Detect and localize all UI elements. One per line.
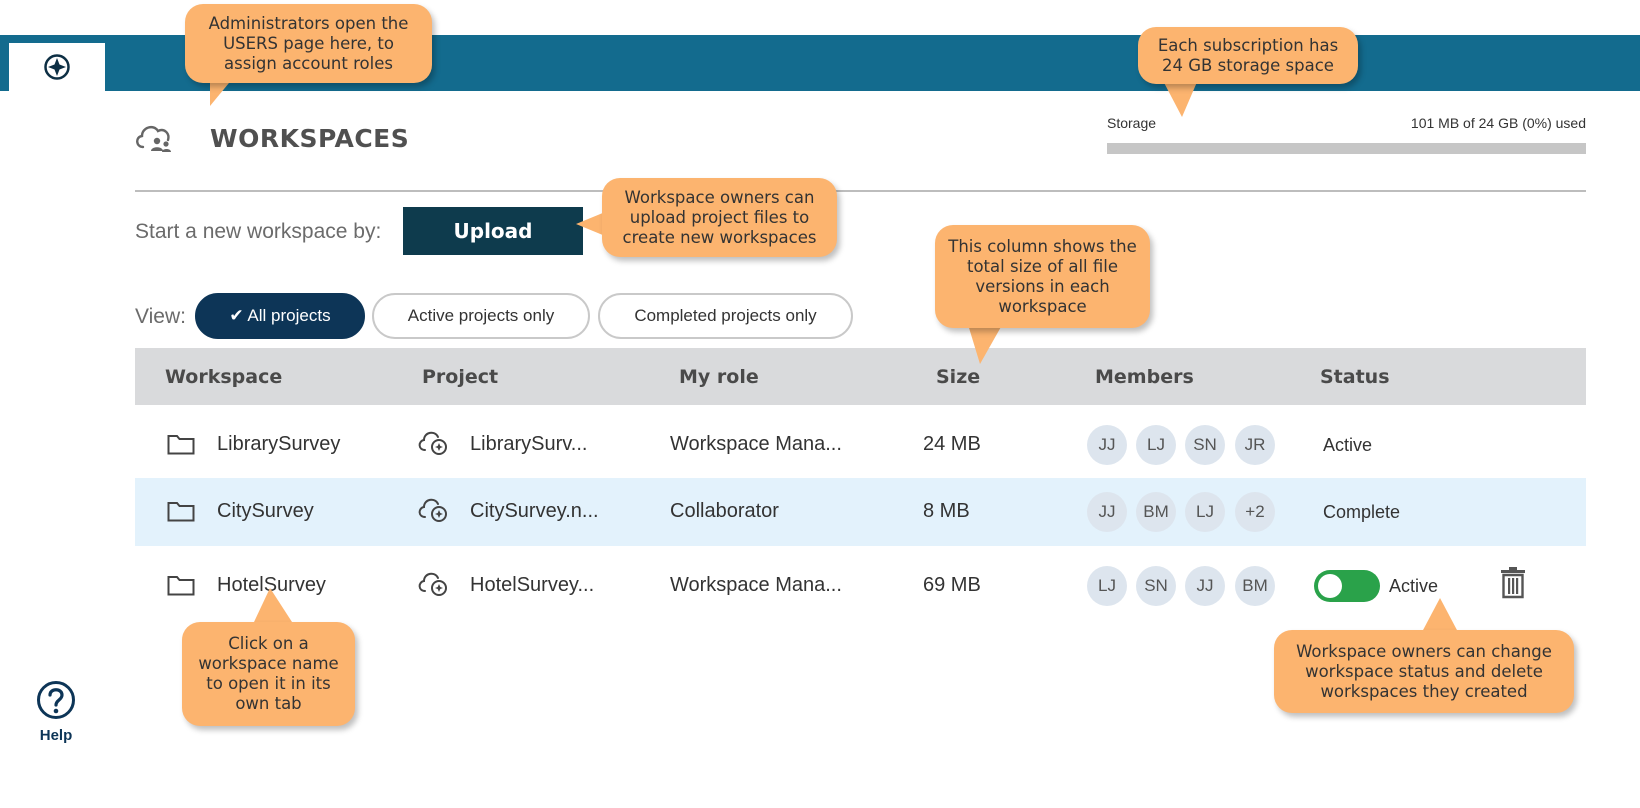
workspace-size: 69 MB bbox=[923, 574, 981, 596]
workspace-size: 8 MB bbox=[923, 500, 970, 522]
status-text: Active bbox=[1389, 576, 1439, 596]
status-toggle[interactable] bbox=[1314, 570, 1380, 602]
more-members-avatar[interactable]: +2 bbox=[1235, 492, 1275, 532]
status-text: Active bbox=[1323, 435, 1373, 455]
filter-active-projects[interactable]: Active projects only bbox=[372, 293, 590, 339]
member-avatar[interactable]: JR bbox=[1235, 425, 1275, 465]
view-label: View: bbox=[135, 305, 186, 328]
folder-icon bbox=[167, 435, 195, 455]
callout-tail bbox=[1422, 598, 1458, 632]
table-row: LibrarySurvey LibrarySurv... Workspace M… bbox=[135, 411, 1586, 479]
member-avatar[interactable]: LJ bbox=[1185, 492, 1225, 532]
help-label: Help bbox=[39, 727, 73, 744]
member-avatar[interactable]: SN bbox=[1185, 425, 1225, 465]
member-avatar[interactable]: JJ bbox=[1087, 492, 1127, 532]
upload-button[interactable]: Upload bbox=[403, 207, 583, 255]
project-name[interactable]: LibrarySurv... bbox=[470, 433, 587, 456]
workspace-size: 24 MB bbox=[923, 433, 981, 455]
home-tab[interactable] bbox=[9, 43, 105, 91]
table-row: CitySurvey CitySurvey.n... Collaborator … bbox=[135, 478, 1586, 546]
table-header: Workspace Project My role Size Members S… bbox=[135, 348, 1586, 405]
trash-icon[interactable] bbox=[1500, 567, 1526, 599]
folder-icon bbox=[167, 576, 195, 596]
member-avatar[interactable]: LJ bbox=[1087, 566, 1127, 606]
cloud-project-icon bbox=[418, 498, 447, 522]
callout-size: This column shows the total size of all … bbox=[935, 225, 1150, 328]
start-workspace-label: Start a new workspace by: bbox=[135, 220, 382, 243]
member-avatar[interactable]: JJ bbox=[1185, 566, 1225, 606]
member-avatar[interactable]: SN bbox=[1136, 566, 1176, 606]
workspaces-cloud-icon bbox=[133, 119, 175, 160]
member-avatar[interactable]: JJ bbox=[1087, 425, 1127, 465]
storage-label: Storage bbox=[1107, 115, 1157, 131]
cloud-project-icon bbox=[418, 431, 447, 455]
callout-tail bbox=[254, 588, 292, 622]
callout-storage: Each subscription has 24 GB storage spac… bbox=[1138, 27, 1358, 84]
callout-workspace-name: Click on a workspace name to open it in … bbox=[182, 622, 355, 726]
callout-status: Workspace owners can change workspace st… bbox=[1274, 630, 1574, 713]
cloud-project-icon bbox=[418, 572, 447, 596]
table-row: HotelSurvey HotelSurvey... Workspace Man… bbox=[135, 552, 1586, 620]
status-text: Complete bbox=[1323, 502, 1401, 522]
workspace-name-link[interactable]: CitySurvey bbox=[217, 500, 314, 523]
header-workspace[interactable]: Workspace bbox=[165, 366, 282, 388]
header-my-role[interactable]: My role bbox=[679, 366, 759, 388]
help-icon bbox=[37, 681, 75, 719]
storage-progress-bar bbox=[1107, 143, 1586, 154]
member-avatar[interactable]: BM bbox=[1136, 492, 1176, 532]
header-project[interactable]: Project bbox=[422, 366, 498, 388]
my-role: Collaborator bbox=[670, 500, 779, 522]
my-role: Workspace Mana... bbox=[670, 433, 842, 455]
my-role: Workspace Mana... bbox=[670, 574, 842, 596]
folder-icon bbox=[167, 502, 195, 522]
filter-all-projects[interactable]: ✔ All projects bbox=[195, 293, 365, 339]
project-name[interactable]: HotelSurvey... bbox=[470, 574, 594, 597]
filter-completed-projects[interactable]: Completed projects only bbox=[598, 293, 853, 339]
workspace-name-link[interactable]: LibrarySurvey bbox=[217, 433, 340, 456]
header-members: Members bbox=[1095, 366, 1194, 388]
header-divider bbox=[135, 190, 1586, 192]
member-avatar[interactable]: LJ bbox=[1136, 425, 1176, 465]
header-status[interactable]: Status bbox=[1320, 366, 1390, 388]
header-size[interactable]: Size bbox=[936, 366, 980, 388]
callout-upload: Workspace owners can upload project file… bbox=[602, 178, 837, 257]
page-title: WORKSPACES bbox=[210, 124, 410, 153]
callout-admin: Administrators open the USERS page here,… bbox=[185, 4, 432, 83]
help-button[interactable]: Help bbox=[28, 680, 84, 744]
storage-usage-text: 101 MB of 24 GB (0%) used bbox=[1410, 115, 1586, 131]
compass-logo-icon bbox=[44, 54, 70, 80]
member-avatar[interactable]: BM bbox=[1235, 566, 1275, 606]
toggle-knob bbox=[1318, 574, 1342, 598]
project-name[interactable]: CitySurvey.n... bbox=[470, 500, 599, 523]
